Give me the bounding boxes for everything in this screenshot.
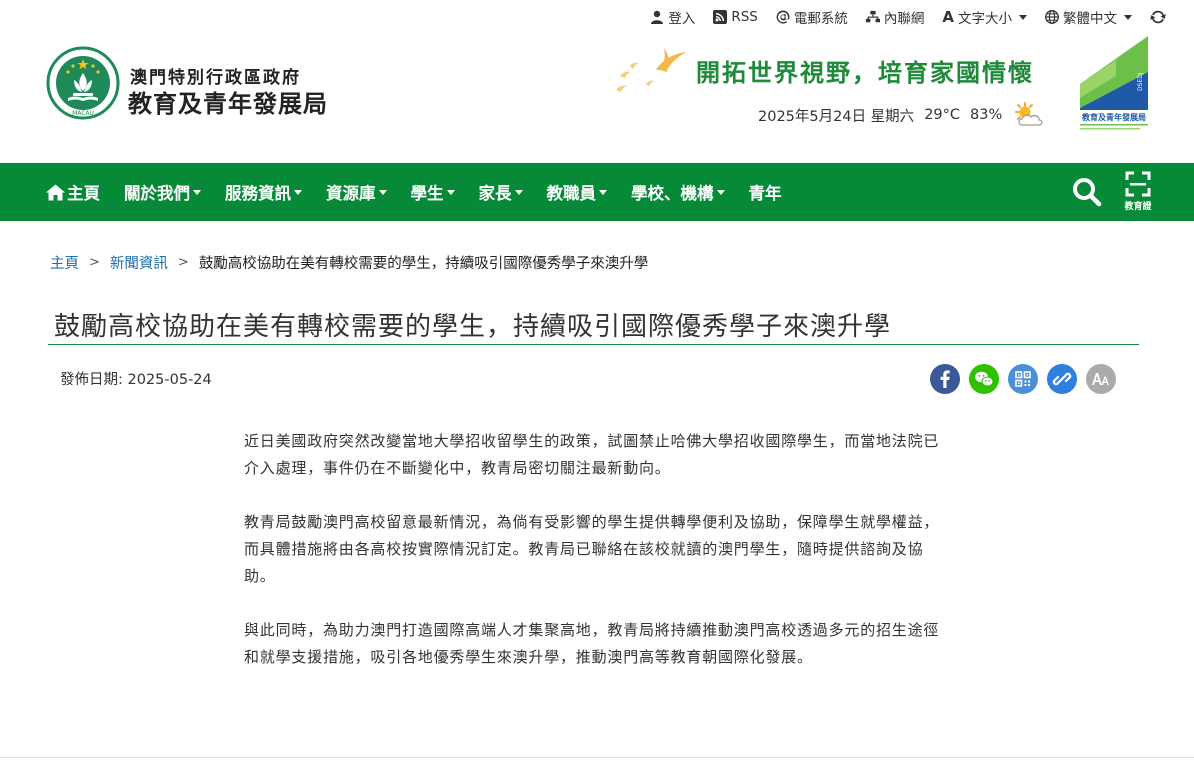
refresh-button[interactable]	[1150, 9, 1166, 25]
breadcrumb-separator: >	[89, 255, 100, 270]
copy-link-button[interactable]	[1047, 364, 1077, 394]
dsedj-logo-icon[interactable]: DSEDJ 教育及青年發展局	[1076, 36, 1152, 134]
nav-items: 主頁 關於我們 服務資訊 資源庫 學生 家長 教職員 學校、機構 青年	[46, 180, 806, 204]
nav-item-label: 關於我們	[124, 184, 190, 203]
macau-emblem-icon[interactable]: MACAU	[46, 46, 120, 120]
user-icon	[651, 10, 664, 24]
font-resize-button[interactable]	[1086, 364, 1116, 394]
nav-item-students[interactable]: 學生	[411, 180, 455, 204]
home-icon	[46, 184, 65, 200]
breadcrumb-home[interactable]: 主頁	[50, 252, 79, 273]
nav-item-parents[interactable]: 家長	[479, 180, 523, 204]
chevron-down-icon	[514, 189, 523, 195]
share-bar	[930, 364, 1116, 394]
rss-link[interactable]: RSS	[713, 9, 758, 25]
email-link[interactable]: 電郵系統	[776, 7, 848, 27]
email-label: 電郵系統	[793, 11, 848, 27]
dsedj-side-text: DSEDJ	[1137, 72, 1144, 91]
wechat-icon	[975, 371, 994, 387]
chevron-down-icon	[716, 189, 725, 195]
rss-icon	[713, 10, 728, 24]
link-icon	[1052, 372, 1072, 386]
nav-item-about[interactable]: 關於我們	[124, 180, 201, 204]
chevron-down-icon	[1019, 14, 1027, 20]
nav-item-resources[interactable]: 資源庫	[326, 180, 387, 204]
login-label: 登入	[668, 11, 696, 27]
network-icon	[865, 10, 880, 23]
chevron-down-icon	[446, 189, 455, 195]
nav-item-label: 青年	[748, 184, 782, 203]
nav-item-label: 家長	[478, 184, 512, 203]
login-link[interactable]: 登入	[650, 7, 695, 27]
breadcrumb: 主頁 > 新聞資訊 > 鼓勵高校協助在美有轉校需要的學生，持續吸引國際優秀學子來…	[50, 252, 648, 273]
nav-item-youth[interactable]: 青年	[749, 180, 782, 204]
footer-divider	[0, 757, 1194, 758]
publish-date: 發佈日期: 2025-05-24	[60, 372, 212, 388]
refresh-icon	[1150, 10, 1166, 24]
share-qrcode-button[interactable]	[1008, 364, 1038, 394]
font-size-icon	[1092, 373, 1109, 385]
org-name-line2[interactable]: 教育及青年發展局	[128, 84, 328, 119]
article-paragraph: 教青局鼓勵澳門高校留意最新情況，為倘有受影響的學生提供轉學便利及協助，保障學生就…	[244, 513, 940, 585]
nav-item-label: 學生	[410, 184, 444, 203]
edu-id-label: 教育證	[1124, 202, 1152, 212]
share-wechat-button[interactable]	[969, 364, 999, 394]
slogan: 開拓世界視野，培育家國情懷	[696, 58, 1034, 87]
nav-item-label: 服務資訊	[225, 184, 291, 203]
nav-item-schools[interactable]: 學校、機構	[631, 180, 725, 204]
breadcrumb-current: 鼓勵高校協助在美有轉校需要的學生，持續吸引國際優秀學子來澳升學	[198, 256, 649, 272]
dsedj-logo-label: 教育及青年發展局	[1081, 112, 1146, 122]
humidity: 83%	[970, 107, 1003, 123]
partly-cloudy-icon	[1015, 102, 1043, 126]
rss-label: RSS	[731, 9, 758, 25]
qrcode-icon	[1015, 371, 1031, 387]
emblem-label: MACAU	[72, 110, 94, 117]
breadcrumb-separator: >	[177, 255, 189, 270]
nav-item-label: 資源庫	[326, 184, 376, 203]
main-nav: 主頁 關於我們 服務資訊 資源庫 學生 家長 教職員 學校、機構 青年 教育證	[0, 163, 1194, 221]
article-paragraph: 近日美國政府突然改變當地大學招收留學生的政策，試圖禁止哈佛大學招收國際學生，而當…	[244, 432, 940, 477]
chevron-down-icon	[193, 189, 201, 195]
language-label: 繁體中文	[1063, 11, 1117, 27]
nav-item-services[interactable]: 服務資訊	[225, 180, 302, 204]
chevron-down-icon	[599, 189, 607, 195]
edu-id-button[interactable]: 教育證	[1118, 171, 1158, 213]
title-divider	[48, 344, 1139, 345]
intranet-label: 內聯網	[883, 11, 925, 27]
globe-icon	[1045, 10, 1059, 24]
nav-item-home[interactable]: 主頁	[46, 180, 100, 204]
chevron-down-icon	[294, 189, 302, 195]
birds-decoration-icon	[616, 48, 686, 92]
nav-item-staff[interactable]: 教職員	[546, 180, 607, 204]
chevron-down-icon	[1124, 14, 1132, 20]
font-size-label: 文字大小	[958, 11, 1012, 27]
nav-item-label: 主頁	[67, 184, 100, 203]
intranet-link[interactable]: 內聯網	[865, 7, 925, 27]
font-size-a-icon: A	[942, 8, 954, 26]
current-date: 2025年5月24日 星期六	[758, 108, 915, 125]
nav-item-label: 教職員	[546, 184, 597, 203]
chevron-down-icon	[378, 189, 387, 195]
top-utility-bar: 登入 RSS 電郵系統 內聯網 A 文字大小 繁體中文	[632, 6, 1166, 28]
search-icon[interactable]	[1072, 177, 1102, 207]
article-paragraph: 與此同時，為助力澳門打造國際高端人才集聚高地，教青局將持續推動澳門高校透過多元的…	[244, 621, 940, 666]
page-title: 鼓勵高校協助在美有轉校需要的學生，持續吸引國際優秀學子來澳升學	[54, 312, 892, 342]
facebook-icon	[940, 370, 950, 388]
at-icon	[776, 10, 790, 24]
share-facebook-button[interactable]	[930, 364, 960, 394]
nav-item-label: 學校、機構	[631, 184, 714, 203]
breadcrumb-news[interactable]: 新聞資訊	[110, 252, 168, 273]
temperature: 29°C	[924, 107, 961, 123]
article-body: 近日美國政府突然改變當地大學招收留學生的政策，試圖禁止哈佛大學招收國際學生，而當…	[244, 428, 944, 698]
language-dropdown[interactable]: 繁體中文	[1045, 7, 1132, 27]
scan-icon	[1125, 171, 1151, 197]
font-size-dropdown[interactable]: A 文字大小	[942, 7, 1027, 27]
weather-info: 2025年5月24日 星期六 29°C 83%	[758, 101, 1046, 129]
